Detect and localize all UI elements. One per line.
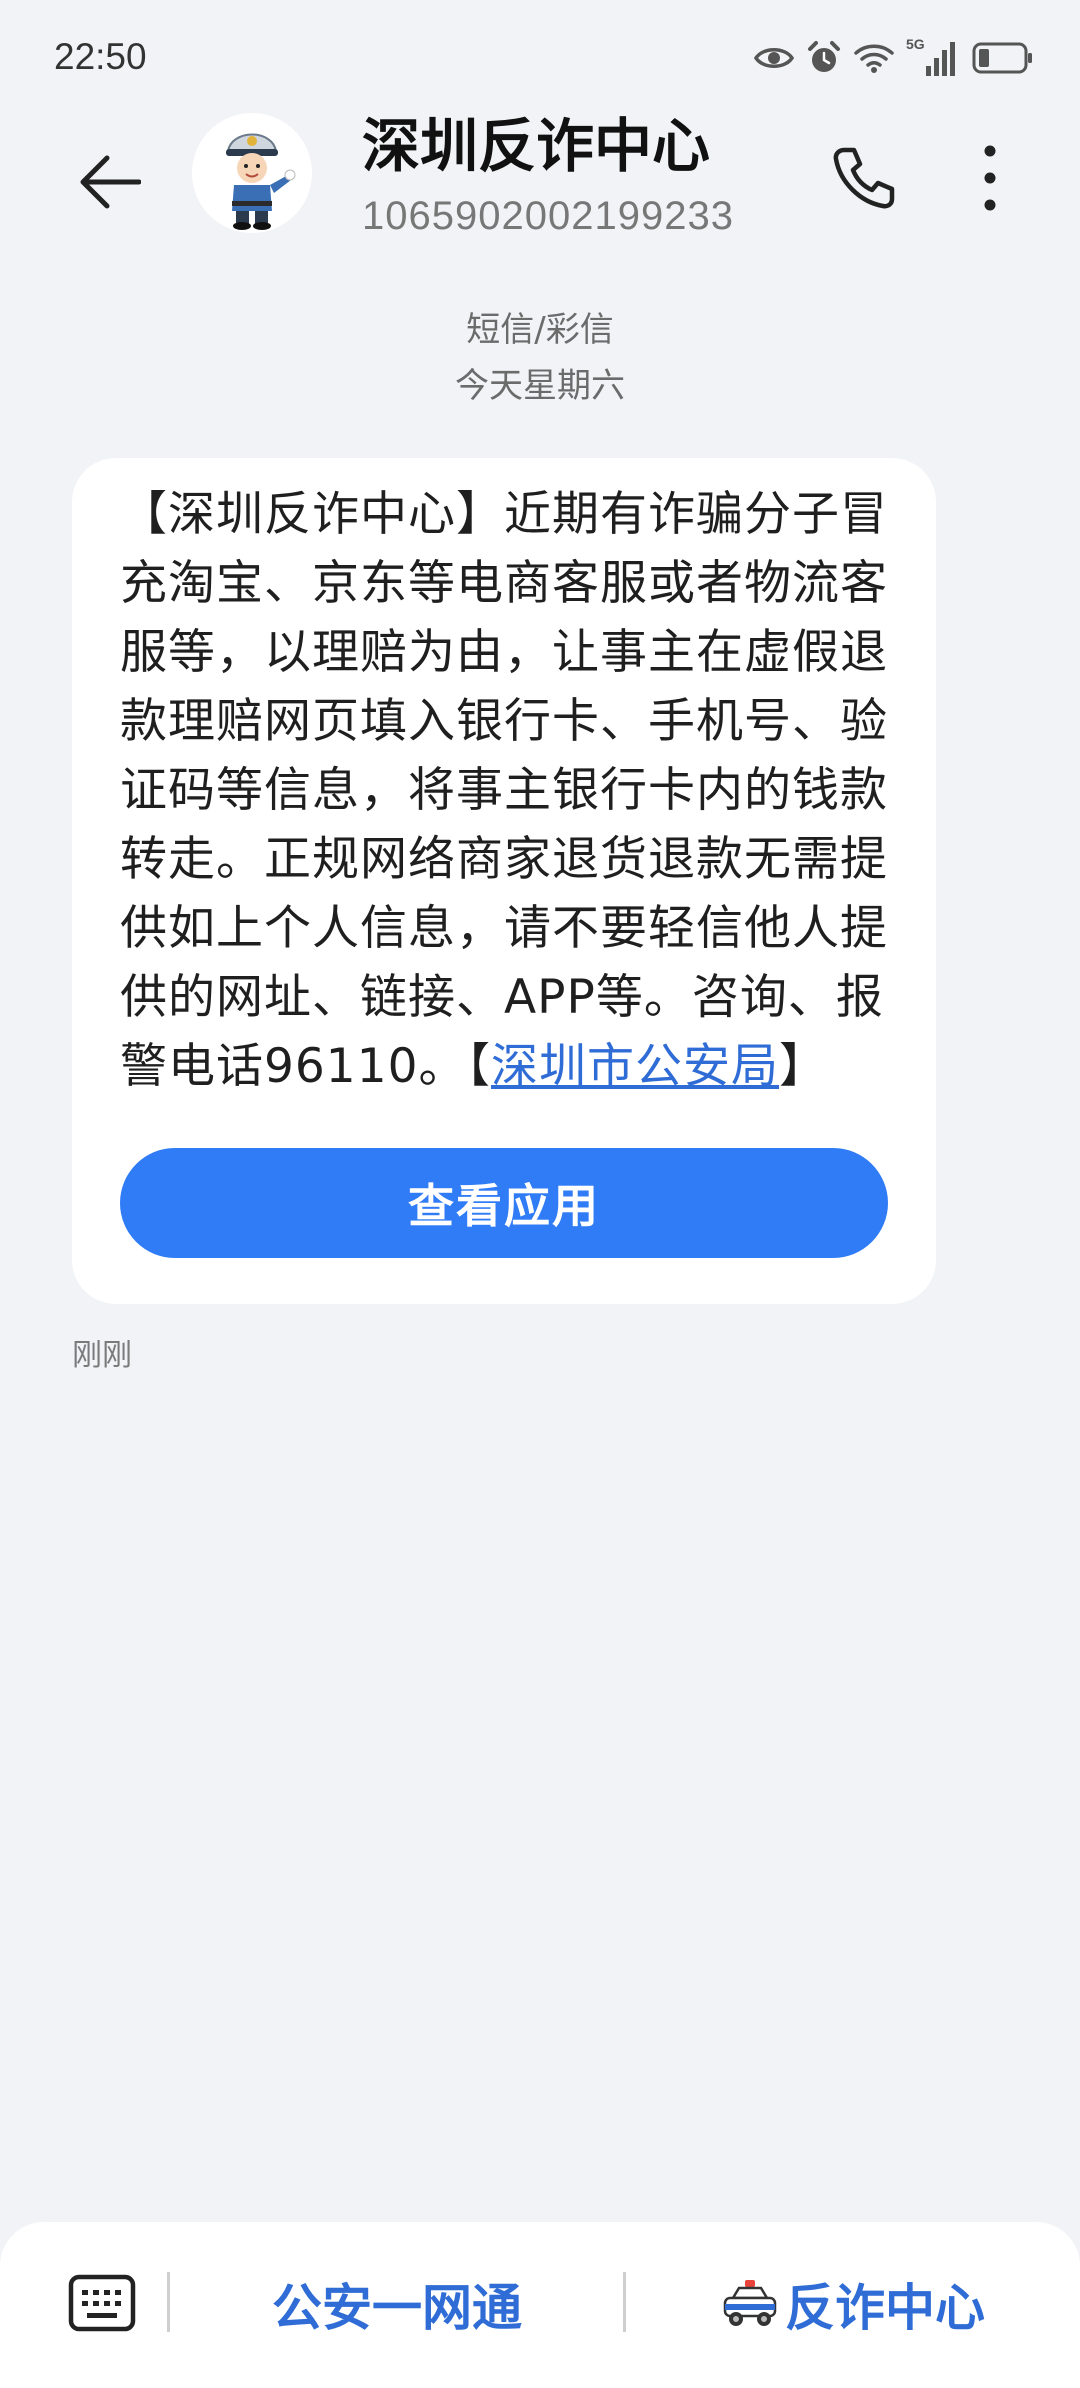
battery-icon [972, 42, 1032, 74]
view-app-button[interactable]: 查看应用 [120, 1148, 888, 1258]
keyboard-icon [68, 2274, 136, 2332]
message-bubble[interactable]: 【深圳反诈中心】近期有诈骗分子冒充淘宝、京东等电商客服或者物流客服等，以理赔为由… [72, 458, 936, 1304]
more-vertical-icon [984, 145, 996, 211]
status-bar: 22:50 5G [0, 0, 1080, 110]
date-label: 今天星期六 [455, 366, 625, 406]
menu-item-police-portal[interactable]: 公安一网通 [170, 2262, 624, 2346]
conversation-header: 深圳反诈中心 1065902002199233 [0, 110, 1080, 260]
menu-item-police-portal-label: 公安一网通 [272, 2279, 522, 2337]
message-body: 【深圳反诈中心】近期有诈骗分子冒充淘宝、京东等电商客服或者物流客服等，以理赔为由… [120, 487, 888, 1094]
phone-icon [833, 147, 895, 209]
eye-icon [754, 48, 794, 68]
police-car-icon [723, 2280, 777, 2326]
status-icons: 5G [754, 36, 1034, 80]
keyboard-toggle-button[interactable] [68, 2272, 136, 2334]
arrow-left-icon [80, 155, 141, 209]
back-button[interactable] [68, 140, 152, 224]
status-time: 22:50 [54, 36, 147, 77]
contact-avatar[interactable] [192, 113, 312, 233]
message-text: 【深圳反诈中心】近期有诈骗分子冒充淘宝、京东等电商客服或者物流客服等，以理赔为由… [120, 480, 910, 1101]
more-options-button[interactable] [954, 136, 1026, 220]
contact-name: 深圳反诈中心 [362, 112, 711, 180]
menu-item-anti-fraud-center[interactable]: 反诈中心 [626, 2262, 1080, 2346]
menu-item-anti-fraud-center-label: 反诈中心 [785, 2279, 985, 2337]
message-suffix: 】 [779, 1039, 828, 1094]
police-officer-avatar-icon [192, 113, 312, 233]
message-link[interactable]: 深圳市公安局 [491, 1039, 779, 1094]
signal-indicator: 5G [906, 36, 960, 78]
alarm-icon [808, 41, 840, 72]
channel-label: 短信/彩信 [466, 310, 614, 350]
bottom-menu-bar: 公安一网通 反诈中心 [0, 2222, 1080, 2388]
call-button[interactable] [822, 136, 906, 220]
contact-number: 1065902002199233 [362, 194, 734, 238]
wifi-icon [854, 44, 894, 73]
message-timestamp: 刚刚 [72, 1338, 132, 1373]
signal-icon [926, 42, 955, 76]
